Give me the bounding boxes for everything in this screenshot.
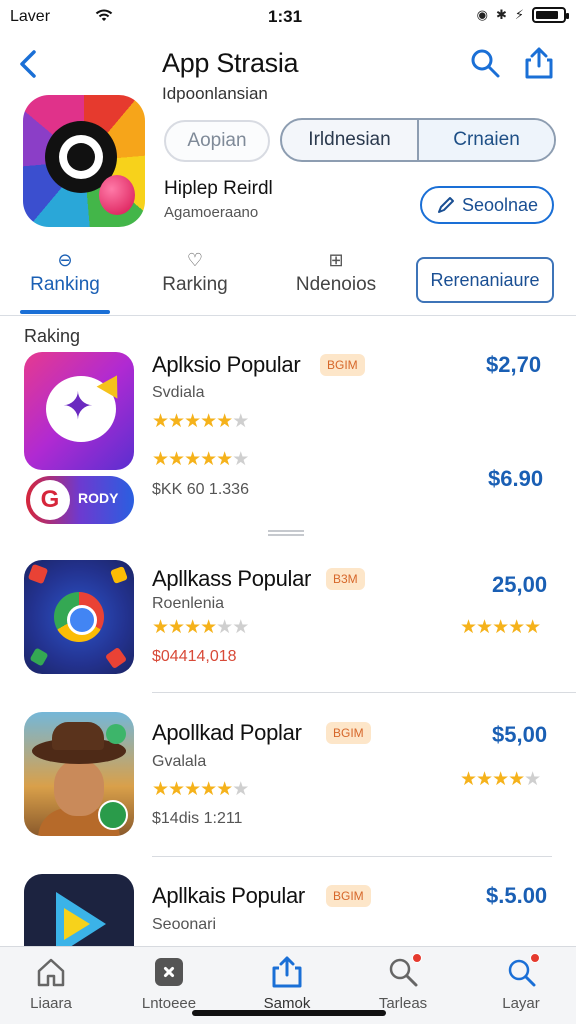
app-icon [23, 95, 145, 227]
clock: 1:31 [268, 7, 303, 26]
row-1-badge: BGIM [320, 354, 365, 376]
notification-dot [530, 953, 540, 963]
notification-dot [412, 953, 422, 963]
bottom-tab-lntoeee-label: Lntoeee [141, 995, 197, 1012]
row-1-subtitle: Svdiala [152, 384, 205, 401]
row-3-stat: $14dis 1:211 [152, 810, 243, 827]
bottom-tab-liaara[interactable]: Liaara [6, 955, 96, 1012]
share-tab-icon [272, 956, 302, 988]
row-1-stat: $KK 60 1.336 [152, 481, 249, 498]
row-3-rating: ★★★★★★ [152, 779, 249, 800]
row-4-subtitle: Seoonari [152, 916, 217, 933]
pencil-icon [437, 197, 454, 213]
battery-icon [532, 7, 569, 23]
developer-sub: Agamoeraano [164, 204, 259, 221]
app-icon-row-3[interactable] [24, 712, 134, 836]
drag-handle[interactable] [268, 530, 304, 536]
google-badge-label: RODY [78, 490, 119, 506]
row-3-price[interactable]: $5,00 [492, 722, 547, 748]
grid-icon: ⊞ [328, 250, 344, 270]
bottom-tab-samok[interactable]: Samok [242, 955, 332, 1012]
row-3-right-rating: ★★★★★ [460, 769, 541, 790]
bottom-tab-tarleas-label: Tarleas [378, 995, 428, 1012]
bottom-tab-tarleas[interactable]: Tarleas [358, 953, 448, 1012]
app-icon-row-1[interactable]: ✦ [24, 352, 134, 470]
section-label: Raking [24, 326, 81, 346]
home-indicator[interactable] [192, 1010, 386, 1016]
back-button[interactable] [14, 46, 44, 82]
app-icon-row-2[interactable] [24, 560, 134, 674]
carrier-label: Laver [10, 8, 51, 25]
row-2-price[interactable]: 25,00 [492, 572, 547, 598]
signal-icon: ⚡ [514, 7, 524, 22]
row-2-stat: $04414,018 [152, 648, 237, 665]
bluetooth-icon: ✱ [495, 7, 507, 22]
row-2-right-rating: ★★★★★ [460, 617, 541, 638]
ranking-icon: ⊖ [57, 250, 73, 270]
chevron-left-icon [20, 50, 36, 78]
row-1-rating: ★★★★★★ [152, 411, 249, 432]
page-title: App Strasia [162, 48, 299, 78]
page-subtitle: Idpoonlansian [162, 84, 268, 103]
seoolnae-label: Seoolnae [461, 194, 539, 215]
active-tab-indicator [20, 310, 110, 314]
tab-ndenoios-label: Ndenoios [295, 274, 377, 295]
row-1-price-2[interactable]: $6.90 [488, 466, 543, 492]
wifi-icon [95, 9, 113, 21]
developer-name: Hiplep Reirdl [164, 178, 273, 199]
language-segment: Irldnesian Crnaien [280, 118, 556, 162]
tab-rerenaniaure[interactable]: Rerenaniaure [416, 257, 554, 303]
filter-pill-aopian[interactable]: Aopian [164, 120, 270, 162]
segment-option-crnaien[interactable]: Crnaien [417, 120, 554, 160]
row-2-badge: B3M [326, 568, 365, 590]
google-icon: G [30, 480, 70, 520]
seoolnae-button[interactable]: Seoolnae [420, 186, 554, 224]
status-bar: Laver 1:31 ◉ ✱ ⚡ [0, 0, 576, 34]
google-badge[interactable]: G RODY [26, 476, 134, 524]
row-4-badge: BGIM [326, 885, 371, 907]
bottom-tab-layar-label: Layar [502, 995, 540, 1012]
row-1-price[interactable]: $2,70 [486, 352, 541, 378]
row-3-subtitle: Gvalala [152, 753, 207, 770]
row-2-subtitle: Roenlenia [152, 595, 225, 612]
tab-ndenoios[interactable]: ⊞ Ndenoios [286, 244, 386, 314]
row-4-title[interactable]: Apllkais Popular [152, 883, 305, 909]
row-4-price[interactable]: $.5.00 [486, 883, 547, 909]
games-icon [155, 958, 183, 986]
tab-ranking-label: Ranking [30, 274, 100, 295]
row-divider [152, 856, 552, 857]
row-2-rating: ★★★★★★ [152, 617, 249, 638]
tab-rarking[interactable]: ♡ Rarking [150, 244, 240, 314]
tab-rarking-label: Rarking [162, 274, 228, 295]
bottom-tab-layar[interactable]: Layar [476, 953, 566, 1012]
share-icon[interactable] [522, 46, 556, 80]
search-icon[interactable] [468, 46, 502, 80]
alarm-icon: ◉ [476, 7, 488, 22]
bottom-tab-lntoeee[interactable]: Lntoeee [124, 955, 214, 1012]
row-divider [152, 692, 576, 693]
row-1-title[interactable]: Aplksio Popular [152, 352, 301, 378]
bottom-tab-liaara-label: Liaara [30, 995, 72, 1012]
row-3-badge: BGIM [326, 722, 371, 744]
segment-option-indonesian[interactable]: Irldnesian [282, 120, 417, 160]
heart-icon: ♡ [186, 250, 204, 270]
row-1-rating-2: ★★★★★★ [152, 449, 249, 470]
row-2-title[interactable]: Apllkass Popular [152, 566, 311, 592]
row-3-title[interactable]: Apollkad Poplar [152, 720, 302, 746]
home-icon [37, 958, 65, 987]
app-icon-row-4[interactable] [24, 874, 134, 954]
tab-ranking[interactable]: ⊖ Ranking [20, 244, 110, 314]
